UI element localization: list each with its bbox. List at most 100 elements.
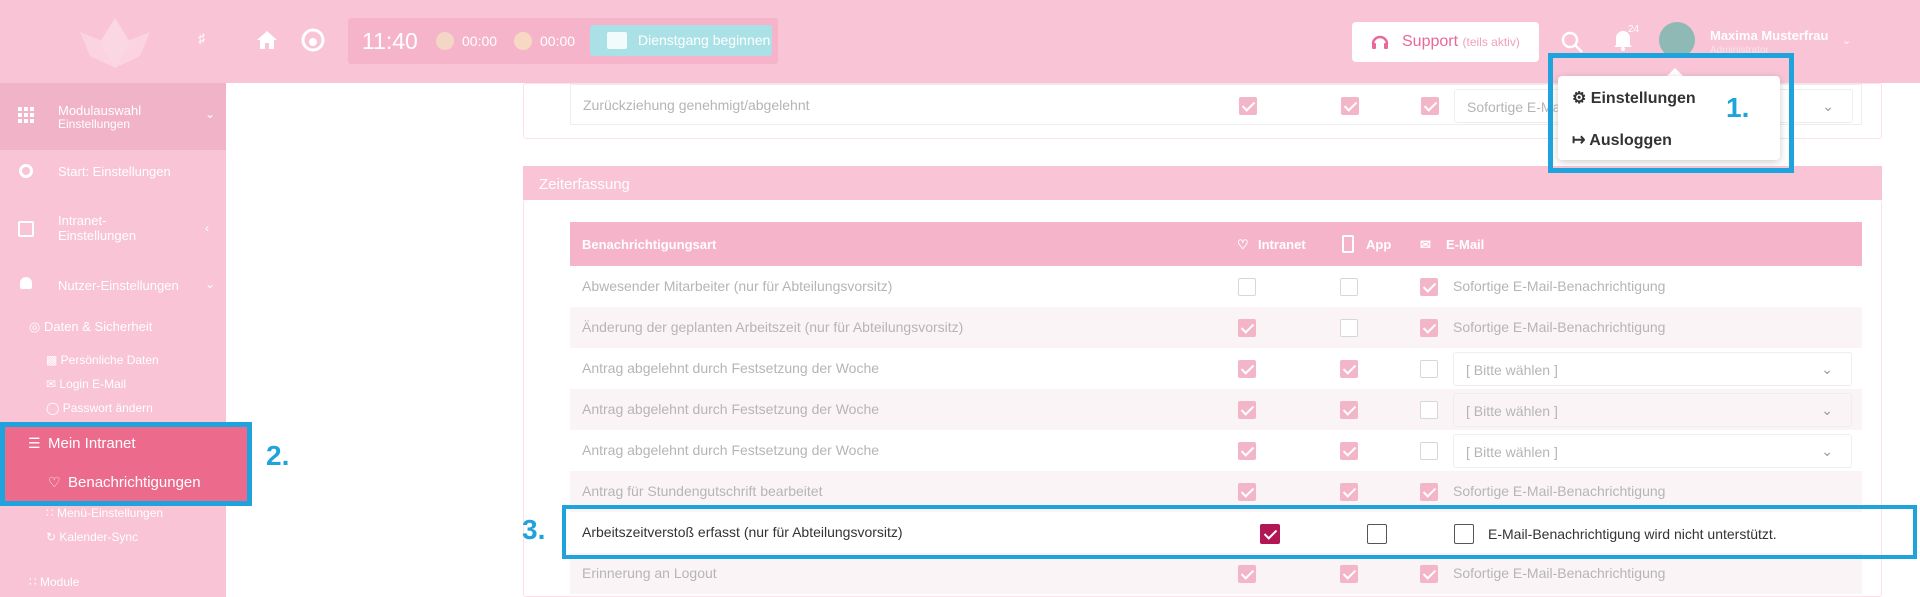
sidebar-item-label: Login E-Mail [59, 377, 127, 391]
sidebar-item-personal-data[interactable]: ▩ Persönliche Daten [46, 353, 159, 367]
support-button[interactable]: Support (teils aktiv) [1352, 22, 1539, 62]
gear-icon [19, 164, 33, 178]
email-frequency-select[interactable]: [ Bitte wählen ] ⌄ [1453, 352, 1852, 386]
sidebar-module-select[interactable]: Modulauswahl Einstellungen ⌄ [0, 83, 226, 150]
email-checkbox[interactable] [1420, 565, 1438, 583]
highlight-box-step-2 [0, 422, 252, 506]
chevron-down-icon: ⌄ [205, 107, 216, 121]
app-checkbox[interactable] [1340, 565, 1358, 583]
phone-icon [1342, 235, 1354, 253]
select-value: [ Bitte wählen ] [1466, 403, 1558, 419]
sidebar-item-user-settings[interactable]: Nutzer-Einstellungen ⌄ [0, 269, 226, 301]
email-frequency-text: Sofortige E-Mail-Benachrichtigung [1453, 565, 1666, 581]
highlight-box-step-3 [562, 505, 1917, 559]
email-checkbox[interactable] [1421, 97, 1439, 115]
email-frequency-text: Sofortige E-Mail-Benachrichtigung [1453, 319, 1666, 335]
app-checkbox[interactable] [1340, 483, 1358, 501]
email-checkbox[interactable] [1420, 278, 1438, 296]
sidebar-item-start[interactable]: Start: Einstellungen [0, 154, 226, 186]
row-label: Zurückziehung genehmigt/abgelehnt [583, 97, 810, 113]
app-checkbox[interactable] [1340, 278, 1358, 296]
chevron-left-icon: ‹ [205, 221, 209, 235]
step-2-label: 2. [266, 440, 290, 471]
user-name[interactable]: Maxima Musterfrau [1710, 28, 1828, 43]
sidebar-item-calendar-sync[interactable]: ↻ Kalender-Sync [46, 530, 138, 544]
mail-icon: ✉ [1420, 237, 1431, 252]
row-label: Änderung der geplanten Arbeitszeit (nur … [582, 319, 964, 335]
col-email: E-Mail [1446, 237, 1485, 252]
pin-icon[interactable]: ♯ [198, 30, 205, 46]
search-icon[interactable] [1560, 30, 1584, 54]
row-label: Erinnerung an Logout [582, 565, 717, 581]
sidebar-item-data-security[interactable]: ◎ Daten & Sicherheit [29, 319, 152, 335]
intranet-checkbox[interactable] [1238, 442, 1256, 460]
table-row: Abwesender Mitarbeiter (nur für Abteilun… [570, 266, 1862, 307]
highlight-box-step-1 [1548, 53, 1794, 173]
sidebar-item-intranet-settings[interactable]: Intranet- Einstellungen ‹ [0, 207, 226, 251]
table-row: Antrag abgelehnt durch Festsetzung der W… [570, 348, 1862, 389]
intranet-checkbox[interactable] [1238, 565, 1256, 583]
email-checkbox[interactable] [1420, 483, 1438, 501]
chevron-down-icon[interactable]: ⌄ [1842, 34, 1851, 47]
intranet-checkbox[interactable] [1238, 483, 1256, 501]
email-checkbox[interactable] [1420, 360, 1438, 378]
intranet-checkbox[interactable] [1238, 319, 1256, 337]
row-label: Abwesender Mitarbeiter (nur für Abteilun… [582, 278, 893, 294]
intranet-checkbox[interactable] [1238, 401, 1256, 419]
sidebar-item-label: Menü-Einstellungen [56, 506, 164, 520]
select-value: [ Bitte wählen ] [1466, 362, 1558, 378]
app-checkbox[interactable] [1340, 401, 1358, 419]
chevron-down-icon: ⌄ [205, 277, 216, 291]
col-app: App [1366, 237, 1392, 252]
chevron-down-icon: ⌄ [1821, 443, 1833, 459]
email-frequency-select[interactable]: [ Bitte wählen ] ⌄ [1453, 434, 1852, 468]
start-duty-button[interactable]: Dienstgang beginnen [590, 25, 772, 56]
smiley-icon[interactable] [300, 27, 326, 53]
app-page: ♯ 11:40 00:00 00:00 Dienstgang beginnen … [0, 0, 1920, 597]
email-checkbox[interactable] [1420, 401, 1438, 419]
row-label: Antrag abgelehnt durch Festsetzung der W… [582, 401, 880, 417]
home-icon[interactable] [254, 27, 280, 53]
chevron-down-icon: ⌄ [1822, 98, 1834, 114]
sidebar-item-change-password[interactable]: ◯ Passwort ändern [46, 401, 153, 415]
user-icon [20, 277, 32, 289]
sidebar-item-label: Start: Einstellungen [58, 164, 171, 179]
intranet-checkbox[interactable] [1238, 360, 1256, 378]
notification-count: 24 [1628, 24, 1640, 35]
row-label: Antrag abgelehnt durch Festsetzung der W… [582, 442, 880, 458]
sidebar: Modulauswahl Einstellungen ⌄ Start: Eins… [0, 83, 226, 597]
intranet-checkbox[interactable] [1239, 97, 1257, 115]
settings-icon [18, 221, 34, 237]
row-label: Antrag abgelehnt durch Festsetzung der W… [582, 360, 880, 376]
table-row: Erinnerung an Logout Sofortige E-Mail-Ben… [570, 553, 1862, 594]
app-checkbox[interactable] [1340, 319, 1358, 337]
sidebar-item-label: Passwort ändern [62, 401, 153, 415]
time-tracker: 11:40 00:00 00:00 Dienstgang beginnen [348, 18, 778, 64]
step-3-label: 3. [522, 514, 546, 545]
sidebar-item-label: Nutzer-Einstellungen [58, 278, 179, 293]
sidebar-item-menu-settings[interactable]: ∷ Menü-Einstellungen [46, 506, 163, 520]
grid-icon [18, 107, 34, 123]
chevron-down-icon: ⌄ [1821, 361, 1833, 377]
support-note: (teils aktiv) [1462, 35, 1520, 49]
email-checkbox[interactable] [1420, 442, 1438, 460]
clock: 11:40 [362, 28, 418, 54]
timer-2-icon [514, 32, 532, 50]
table-row: Antrag abgelehnt durch Festsetzung der W… [570, 430, 1862, 471]
app-checkbox[interactable] [1340, 360, 1358, 378]
email-frequency-select[interactable]: [ Bitte wählen ] ⌄ [1453, 393, 1852, 427]
briefcase-icon [607, 32, 627, 49]
email-frequency-text: Sofortige E-Mail-Benachrichtigung [1453, 483, 1666, 499]
sidebar-item-label: Kalender-Sync [59, 530, 139, 544]
module-select-subtitle: Einstellungen [58, 117, 131, 131]
app-checkbox[interactable] [1341, 97, 1359, 115]
select-value: [ Bitte wählen ] [1466, 444, 1558, 460]
timer-1: 00:00 [462, 33, 498, 49]
step-1-label: 1. [1726, 92, 1750, 123]
sidebar-item-modules[interactable]: ∷ Module [29, 575, 79, 589]
app-checkbox[interactable] [1340, 442, 1358, 460]
col-intranet: Intranet [1258, 237, 1306, 252]
intranet-checkbox[interactable] [1238, 278, 1256, 296]
sidebar-item-login-email[interactable]: ✉ Login E-Mail [46, 377, 126, 391]
email-checkbox[interactable] [1420, 319, 1438, 337]
